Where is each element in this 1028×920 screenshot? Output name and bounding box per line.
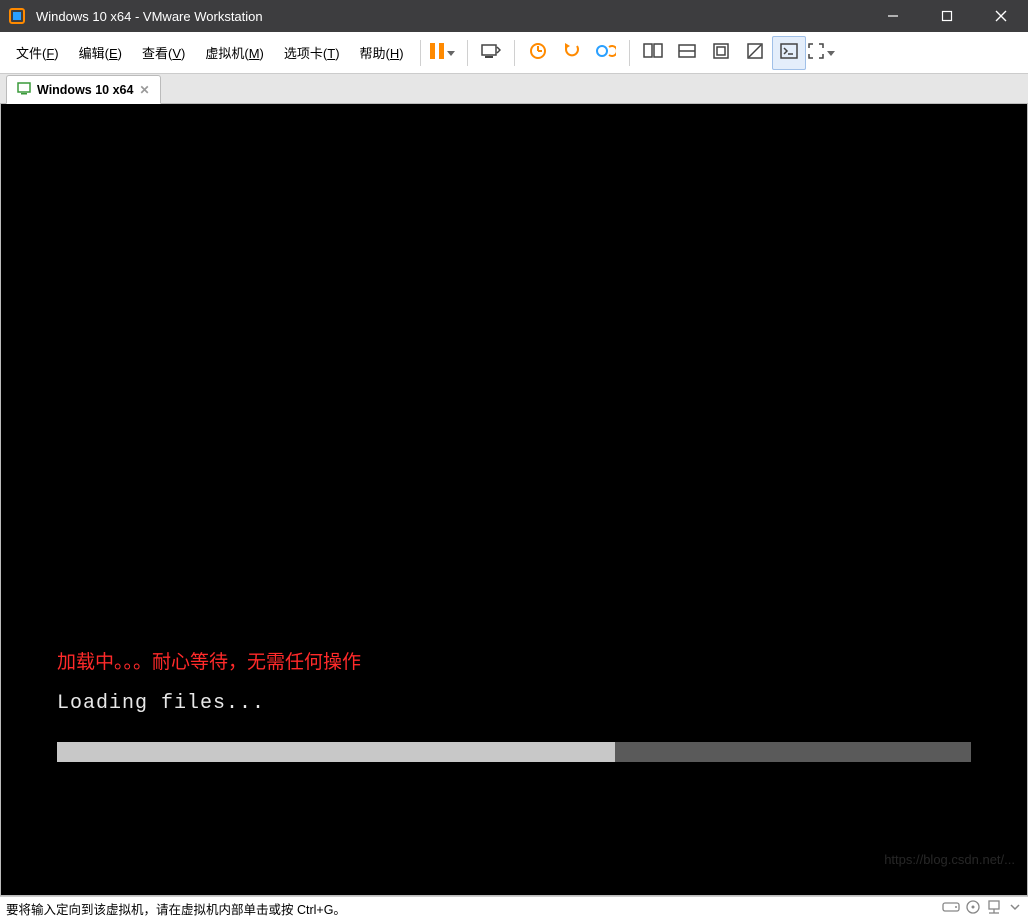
vmware-app-icon: [8, 7, 26, 25]
watermark-text: https://blog.csdn.net/...: [884, 852, 1015, 867]
toolbar-separator: [420, 40, 421, 66]
minimize-button[interactable]: [866, 0, 920, 32]
menu-file[interactable]: 文件(F): [6, 37, 69, 68]
menu-view[interactable]: 查看(V): [132, 37, 195, 68]
statusbar-hint: 要将输入定向到该虚拟机，请在虚拟机内部单击或按 Ctrl+G。: [6, 899, 346, 918]
titlebar: Windows 10 x64 - VMware Workstation: [0, 0, 1028, 32]
single-monitor-button[interactable]: [670, 36, 704, 70]
chevron-down-icon: [827, 45, 835, 60]
snapshot-revert-button[interactable]: [555, 36, 589, 70]
network-icon[interactable]: [986, 900, 1002, 917]
fullscreen-button[interactable]: [806, 36, 840, 70]
multimon-left-icon: [643, 43, 663, 62]
more-devices-icon[interactable]: [1008, 900, 1022, 917]
menu-tabs[interactable]: 选项卡(T): [274, 37, 350, 68]
snapshot-revert-icon: [563, 42, 581, 63]
menu-vm[interactable]: 虚拟机(M): [195, 37, 274, 68]
console-icon: [780, 43, 798, 62]
toolbar-separator: [467, 40, 468, 66]
vm-tab-icon: [17, 81, 31, 98]
close-button[interactable]: [974, 0, 1028, 32]
cycle-monitors-button[interactable]: [636, 36, 670, 70]
disable-input-icon: [746, 42, 764, 63]
vm-tab[interactable]: Windows 10 x64 ✕: [6, 75, 161, 104]
vm-console-area[interactable]: 加载中。。。耐心等待，无需任何操作 Loading files... https…: [0, 104, 1028, 896]
harddisk-icon[interactable]: [942, 900, 960, 917]
send-ctrl-alt-del-button[interactable]: [474, 36, 508, 70]
snapshot-manager-button[interactable]: [589, 36, 623, 70]
tabstrip: Windows 10 x64 ✕: [0, 74, 1028, 104]
menubar: 文件(F) 编辑(E) 查看(V) 虚拟机(M) 选项卡(T) 帮助(H): [0, 32, 1028, 74]
snapshot-take-button[interactable]: [521, 36, 555, 70]
unity-icon: [712, 42, 730, 63]
tab-close-icon[interactable]: ✕: [139, 83, 149, 97]
toolbar-separator: [629, 40, 630, 66]
maximize-button[interactable]: [920, 0, 974, 32]
cd-icon[interactable]: [966, 900, 980, 917]
vm-loading-text: Loading files...: [57, 692, 265, 715]
statusbar: 要将输入定向到该虚拟机，请在虚拟机内部单击或按 Ctrl+G。: [0, 896, 1028, 920]
snapshot-take-icon: [529, 42, 547, 63]
vm-progress-bar: [57, 742, 971, 762]
vm-annotation-text: 加载中。。。耐心等待，无需任何操作: [57, 647, 361, 674]
pause-icon: [429, 42, 445, 63]
menu-help[interactable]: 帮助(H): [350, 37, 414, 68]
console-view-button[interactable]: [772, 36, 806, 70]
toolbar-separator: [514, 40, 515, 66]
chevron-down-icon: [447, 45, 455, 60]
vm-progress-fill: [57, 742, 615, 762]
fullscreen-icon: [807, 42, 825, 63]
window-controls: [866, 0, 1028, 32]
install-tools-icon: [481, 42, 501, 63]
multimon-single-icon: [677, 43, 697, 62]
unity-mode-button[interactable]: [704, 36, 738, 70]
status-device-icons: [942, 900, 1022, 917]
window-title: Windows 10 x64 - VMware Workstation: [36, 9, 263, 24]
snapshot-manager-icon: [596, 42, 616, 63]
menu-edit[interactable]: 编辑(E): [69, 37, 132, 68]
stretch-guest-button[interactable]: [738, 36, 772, 70]
vm-tab-label: Windows 10 x64: [37, 83, 133, 97]
pause-vm-button[interactable]: [427, 36, 461, 70]
